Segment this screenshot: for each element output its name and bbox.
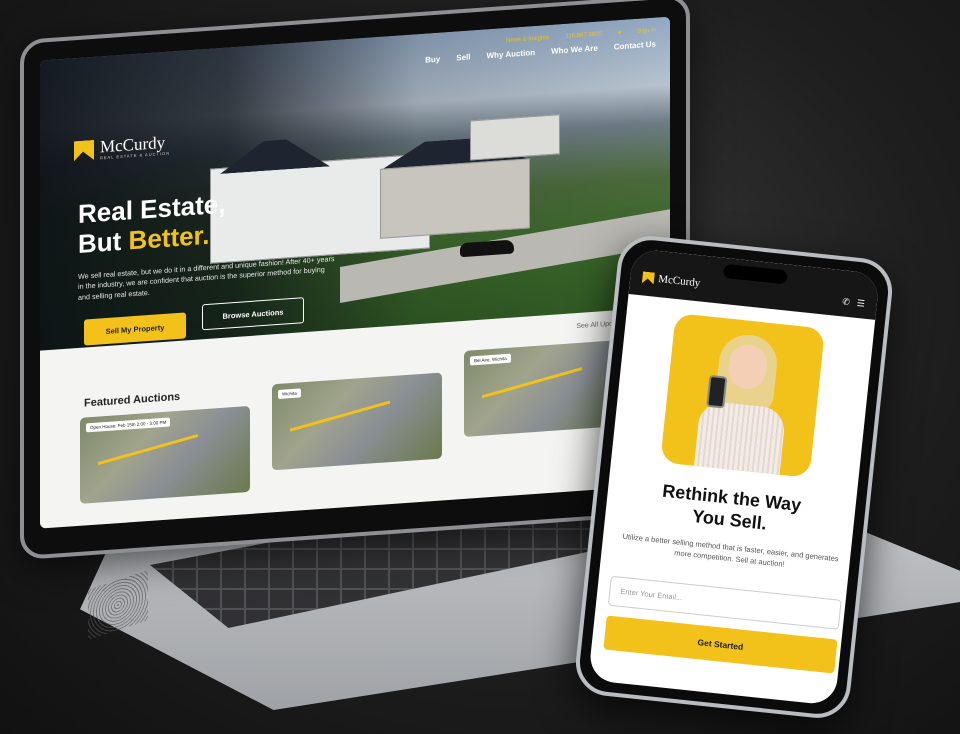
house-garage — [380, 158, 530, 239]
portrait-shirt — [692, 400, 787, 478]
top-nav: News & Insights 316.867.3600 ● Sign In B… — [425, 28, 656, 65]
phone-icon[interactable]: ✆ — [842, 296, 851, 308]
phone-header: McCurdy ✆ ☰ — [628, 248, 881, 320]
nav-contact-us[interactable]: Contact Us — [614, 40, 656, 52]
hero-description: We sell real estate, but we do it in a d… — [78, 254, 335, 302]
auction-card-2[interactable]: Wichita — [272, 372, 442, 471]
dynamic-island — [722, 263, 788, 285]
woman-holding-phone-image — [692, 330, 794, 478]
logo-mark-icon — [642, 271, 655, 284]
phone-screen: McCurdy ✆ ☰ Rethink the Way You Sell. Ut… — [587, 248, 881, 706]
laptop-screen: News & Insights 316.867.3600 ● Sign In B… — [40, 16, 670, 529]
headline-better: Better. — [128, 219, 210, 256]
nav-news-link[interactable]: News & Insights — [506, 35, 549, 44]
auction-card-1[interactable]: Open House: Feb 15th 2:00 - 3:00 PM — [80, 406, 250, 504]
auction-card-tag: Wichita — [278, 388, 301, 400]
nav-why-auction[interactable]: Why Auction — [487, 48, 536, 60]
phone-logo[interactable]: McCurdy — [642, 271, 701, 289]
auction-card-tag: Bel Aire, Wichita — [470, 353, 511, 366]
hero-headline: Real Estate, But Better. — [78, 189, 225, 260]
nav-phone-link[interactable]: 316.867.3600 — [565, 31, 602, 40]
nav-sign-in[interactable]: Sign In — [637, 28, 656, 35]
phone-header-icons: ✆ ☰ — [842, 296, 866, 309]
hamburger-menu-icon[interactable]: ☰ — [856, 298, 865, 310]
site-logo[interactable]: McCurdy REAL ESTATE & AUCTION — [74, 133, 170, 163]
phone-mockup: McCurdy ✆ ☰ Rethink the Way You Sell. Ut… — [572, 232, 896, 722]
hero-portrait — [660, 313, 826, 478]
featured-auctions-title: Featured Auctions — [84, 390, 181, 410]
browse-auctions-button[interactable]: Browse Auctions — [202, 297, 304, 331]
nav-who-we-are[interactable]: Who We Are — [551, 44, 598, 56]
held-phone-icon — [706, 374, 728, 409]
auction-card-tag: Open House: Feb 15th 2:00 - 3:00 PM — [86, 417, 171, 433]
user-icon[interactable]: ● — [618, 30, 622, 36]
sell-my-property-button[interactable]: Sell My Property — [84, 312, 186, 346]
headline-but: But — [78, 225, 129, 259]
logo-mark-icon — [74, 140, 94, 161]
phone-logo-name: McCurdy — [657, 272, 701, 289]
nav-sell[interactable]: Sell — [456, 52, 470, 62]
house-neighbor — [470, 114, 560, 161]
laptop-lid: News & Insights 316.867.3600 ● Sign In B… — [20, 0, 690, 560]
nav-buy[interactable]: Buy — [425, 55, 440, 65]
